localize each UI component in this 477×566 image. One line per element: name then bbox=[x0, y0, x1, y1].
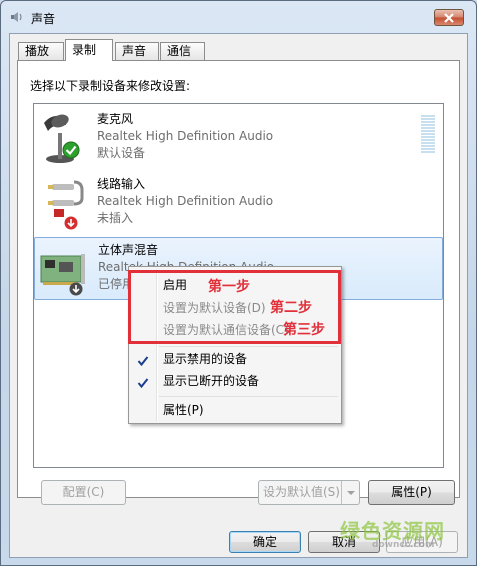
instruction-text: 选择以下录制设备来修改设置: bbox=[30, 79, 191, 93]
device-name: 线路输入 bbox=[97, 177, 146, 191]
disabled-arrow-icon bbox=[69, 282, 83, 296]
menu-separator bbox=[159, 346, 338, 347]
annotation-step-2: 第二步 bbox=[270, 300, 312, 316]
device-item-line-in[interactable]: 线路输入 Realtek High Definition Audio 未插入 bbox=[34, 172, 443, 235]
chevron-down-icon[interactable] bbox=[341, 481, 360, 504]
tab-sounds[interactable]: 声音 bbox=[115, 42, 159, 60]
device-description: Realtek High Definition Audio bbox=[97, 129, 274, 143]
device-description: Realtek High Definition Audio bbox=[97, 194, 274, 208]
annotation-step-1: 第一步 bbox=[208, 279, 250, 295]
speaker-icon bbox=[10, 10, 24, 24]
default-check-icon bbox=[62, 141, 80, 159]
watermark: 绿色资源网 downcc.com bbox=[340, 515, 445, 550]
device-name: 立体声混音 bbox=[98, 243, 159, 257]
device-name: 麦克风 bbox=[97, 112, 134, 126]
ok-button[interactable]: 确定 bbox=[229, 531, 301, 553]
set-default-label: 设为默认值(S) bbox=[263, 485, 340, 499]
microphone-icon bbox=[38, 111, 88, 167]
close-icon bbox=[444, 13, 454, 23]
line-in-cable-icon bbox=[38, 176, 88, 232]
menu-item-show-disabled[interactable]: 显示禁用的设备 bbox=[131, 348, 339, 370]
properties-button[interactable]: 属性(P) bbox=[368, 480, 455, 505]
device-status: 默认设备 bbox=[97, 146, 146, 160]
device-status: 未插入 bbox=[97, 211, 134, 225]
menu-item-show-disconnected[interactable]: 显示已断开的设备 bbox=[131, 370, 339, 392]
sound-card-icon bbox=[39, 242, 89, 298]
tab-recording[interactable]: 录制 bbox=[65, 39, 113, 61]
window-title: 声音 bbox=[31, 12, 56, 26]
device-item-microphone[interactable]: 麦克风 Realtek High Definition Audio 默认设备 bbox=[34, 107, 443, 170]
annotation-step-3: 第三步 bbox=[283, 322, 325, 338]
title-bar[interactable]: 声音 bbox=[1, 1, 476, 33]
watermark-url: downcc.com bbox=[372, 540, 435, 550]
level-meter bbox=[421, 115, 435, 154]
menu-item-properties[interactable]: 属性(P) bbox=[131, 399, 339, 421]
tab-playback[interactable]: 播放 bbox=[18, 42, 64, 60]
menu-separator bbox=[159, 396, 338, 397]
unplugged-arrow-icon bbox=[64, 216, 78, 230]
checkmark-icon bbox=[137, 374, 149, 396]
tab-communications[interactable]: 通信 bbox=[160, 42, 205, 60]
close-button[interactable] bbox=[434, 9, 464, 26]
set-default-split-button[interactable]: 设为默认值(S) bbox=[258, 480, 360, 505]
configure-button[interactable]: 配置(C) bbox=[41, 480, 126, 505]
